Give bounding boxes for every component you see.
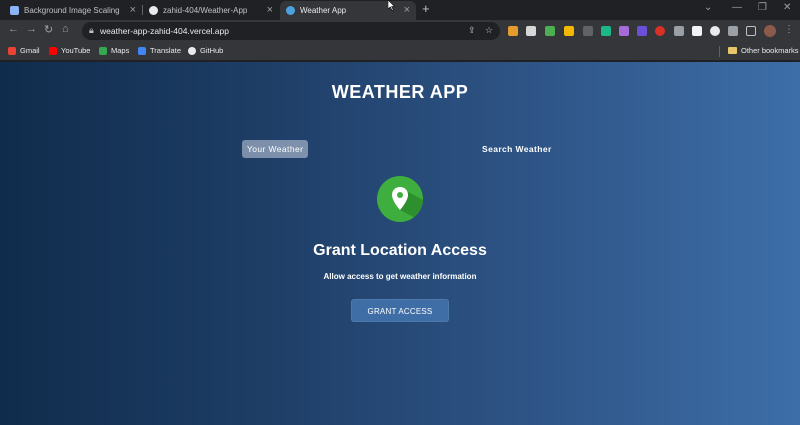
translate-icon — [138, 46, 146, 55]
bookmark-label: YouTube — [61, 46, 91, 55]
grant-access-button[interactable]: GRANT ACCESS — [351, 299, 449, 322]
other-bookmarks[interactable]: Other bookmarks — [728, 46, 799, 55]
browser-tab-background-image-scaling[interactable]: Background Image Scaling × — [4, 1, 142, 20]
tab-search-chevron-icon[interactable]: ⌄ — [704, 2, 712, 13]
bookmark-gmail[interactable]: Gmail — [8, 46, 40, 55]
close-tab-icon[interactable]: × — [267, 4, 273, 16]
reload-icon[interactable]: ↻ — [44, 23, 53, 36]
bookmark-translate[interactable]: Translate — [138, 46, 181, 55]
extension-icon[interactable] — [655, 26, 665, 36]
share-icon[interactable]: ⇪ — [468, 25, 476, 36]
lock-icon: 🔒︎ — [89, 25, 94, 35]
weather-app-page: WEATHER APP Your Weather Search Weather … — [0, 62, 800, 425]
back-arrow-icon[interactable]: ← — [8, 23, 19, 35]
puzzle-extensions-icon[interactable] — [728, 26, 738, 36]
add-extension-icon[interactable] — [710, 26, 720, 36]
restore-icon[interactable]: ❐ — [758, 2, 767, 13]
minimize-icon[interactable]: — — [732, 2, 742, 13]
bookmark-youtube[interactable]: YouTube — [49, 46, 90, 55]
app-title: WEATHER APP — [331, 82, 469, 102]
bookmark-label: Maps — [111, 46, 130, 55]
tab-title: zahid-404/Weather-App — [163, 6, 248, 15]
bookmark-label: GitHub — [200, 46, 224, 55]
bookmark-label: Gmail — [20, 46, 40, 55]
maps-icon — [99, 46, 107, 55]
bookmarks-divider — [719, 46, 720, 57]
browser-tab-weather-app-repo[interactable]: zahid-404/Weather-App × — [143, 1, 279, 20]
menu-kebab-icon[interactable]: ⋮ — [784, 24, 794, 35]
extension-icon[interactable] — [508, 26, 518, 36]
forward-arrow-icon[interactable]: → — [26, 23, 37, 35]
extension-icon[interactable] — [564, 26, 574, 36]
home-icon[interactable]: ⌂ — [62, 23, 69, 35]
close-tab-icon[interactable]: × — [130, 4, 136, 16]
extension-icon[interactable] — [601, 26, 611, 36]
bookmark-maps[interactable]: Maps — [99, 46, 129, 55]
bookmark-label: Translate — [150, 46, 181, 55]
profile-avatar[interactable] — [764, 25, 776, 37]
close-tab-icon[interactable]: × — [404, 4, 410, 16]
side-panel-icon[interactable] — [746, 26, 756, 36]
location-pin-icon — [377, 176, 423, 222]
gmail-icon — [8, 46, 16, 55]
globe-icon — [286, 6, 295, 15]
extension-icon[interactable] — [545, 26, 555, 36]
tab-title: Background Image Scaling — [24, 6, 120, 15]
github-icon — [188, 46, 196, 55]
extension-icon[interactable] — [619, 26, 629, 36]
other-bookmarks-label: Other bookmarks — [741, 46, 799, 55]
browser-tab-strip: Background Image Scaling × zahid-404/Wea… — [0, 0, 800, 20]
grant-location-subtext: Allow access to get weather information — [323, 272, 477, 281]
extension-icon[interactable] — [583, 26, 593, 36]
tab-title: Weather App — [300, 6, 347, 15]
browser-toolbar: ← → ↻ ⌂ 🔒︎ weather-app-zahid-404.vercel.… — [0, 20, 800, 42]
extension-icon[interactable] — [637, 26, 647, 36]
folder-icon — [728, 47, 737, 54]
window-close-icon[interactable]: ✕ — [783, 2, 791, 13]
extension-icon[interactable] — [526, 26, 536, 36]
grant-location-heading: Grant Location Access — [313, 242, 487, 259]
tab-favicon-icon — [10, 6, 19, 15]
url-text: weather-app-zahid-404.vercel.app — [100, 26, 229, 36]
tab-search-weather[interactable]: Search Weather — [477, 140, 557, 158]
extension-icon[interactable] — [674, 26, 684, 36]
bookmark-star-icon[interactable]: ☆ — [485, 25, 493, 36]
address-bar[interactable]: 🔒︎ weather-app-zahid-404.vercel.app ⇪ ☆ — [82, 22, 500, 40]
github-icon — [149, 6, 158, 15]
mouse-cursor-icon — [388, 0, 396, 11]
tab-your-weather[interactable]: Your Weather — [242, 140, 309, 158]
bookmarks-bar: Gmail YouTube Maps Translate GitHub Othe… — [0, 42, 800, 61]
bookmark-github[interactable]: GitHub — [188, 46, 223, 55]
extension-icon[interactable] — [692, 26, 702, 36]
youtube-icon — [49, 46, 57, 55]
new-tab-icon[interactable]: + — [422, 1, 430, 16]
